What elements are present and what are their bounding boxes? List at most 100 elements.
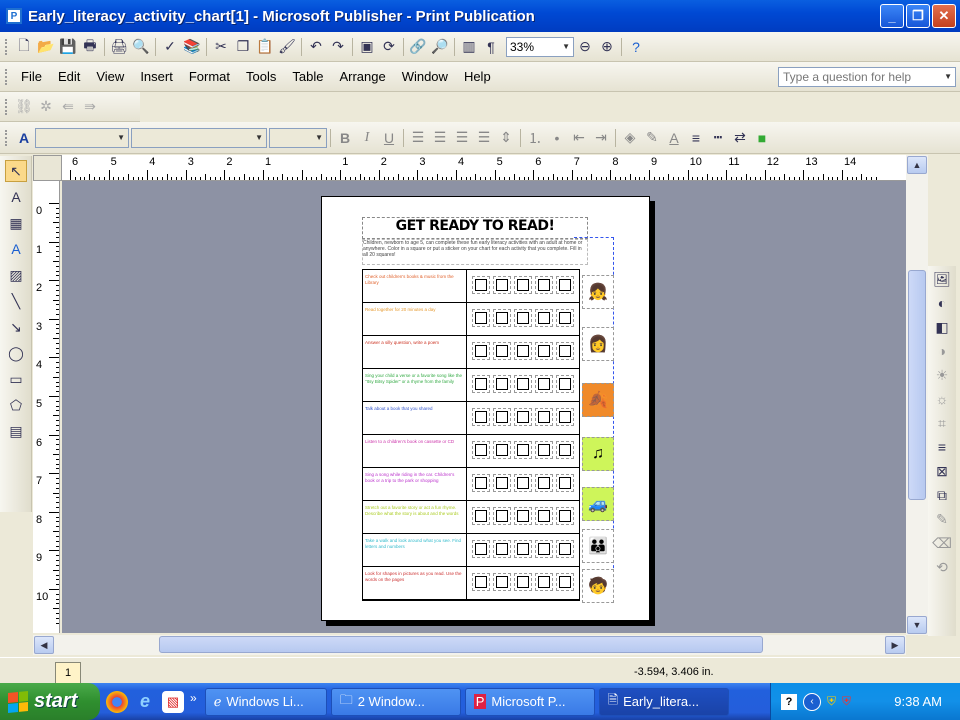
table-row[interactable]: Listen to a children's book on cassette … — [363, 435, 579, 468]
redo-icon[interactable]: ↷ — [327, 36, 349, 58]
car-icon[interactable]: 🚙 — [582, 487, 614, 521]
checkbox-square[interactable] — [556, 507, 574, 525]
table-row[interactable]: Answer a silly question, write a poem — [363, 336, 579, 369]
menu-window[interactable]: Window — [394, 67, 456, 86]
zoom-select[interactable]: 33% ▼ — [506, 36, 574, 57]
rectangle-icon[interactable]: ▭ — [5, 368, 27, 390]
select-objects-icon[interactable]: ↖ — [5, 160, 27, 182]
activity-text[interactable]: Take a walk and look around what you see… — [365, 538, 465, 550]
dash-style-icon[interactable]: ┅ — [707, 127, 729, 149]
checkbox-square[interactable] — [556, 573, 574, 591]
close-button[interactable]: ✕ — [932, 4, 956, 28]
spelling-icon[interactable]: ✓ — [159, 36, 181, 58]
checkbox-square[interactable] — [493, 540, 511, 558]
checkbox-square[interactable] — [514, 474, 532, 492]
vertical-scroll-thumb[interactable] — [908, 270, 926, 500]
menu-tools[interactable]: Tools — [238, 67, 284, 86]
checkbox-square[interactable] — [493, 441, 511, 459]
checkbox-square[interactable] — [493, 408, 511, 426]
checkbox-square[interactable] — [535, 408, 553, 426]
activity-text[interactable]: Read together for 20 minutes a day — [365, 307, 465, 313]
autumn-leaves-icon[interactable]: 🍂 — [582, 383, 614, 417]
menu-format[interactable]: Format — [181, 67, 238, 86]
family-walk-icon[interactable]: 👪 — [582, 529, 614, 563]
checkbox-square[interactable] — [472, 375, 490, 393]
activity-text[interactable]: Sing a song while riding in the car. Chi… — [365, 472, 465, 484]
save-icon[interactable]: 💾 — [57, 36, 79, 58]
checkbox-square[interactable] — [493, 276, 511, 294]
create-link-icon[interactable]: ⛓ — [13, 96, 35, 118]
hyperlink-icon[interactable]: 🔗 — [407, 36, 429, 58]
antivirus-icon[interactable]: ⛨ — [842, 694, 851, 709]
line-style-icon[interactable]: ≡ — [685, 127, 707, 149]
security-shield-icon[interactable]: ⛨ — [827, 694, 836, 709]
checkbox-square[interactable] — [535, 342, 553, 360]
menu-help[interactable]: Help — [456, 67, 499, 86]
help-question-box[interactable]: Type a question for help ▼ — [778, 66, 956, 87]
checkbox-square[interactable] — [535, 441, 553, 459]
checkbox-square[interactable] — [556, 408, 574, 426]
menu-arrange[interactable]: Arrange — [331, 67, 393, 86]
paste-icon[interactable]: 📋 — [254, 36, 276, 58]
toolbar-grip[interactable] — [5, 98, 8, 115]
less-contrast-icon[interactable]: ◑ — [931, 340, 953, 362]
crop-icon[interactable]: ⌗ — [931, 412, 953, 434]
checkbox-square[interactable] — [556, 441, 574, 459]
activity-text[interactable]: Check out children's books & music from … — [365, 274, 465, 286]
checkbox-square[interactable] — [514, 375, 532, 393]
checkbox-square[interactable] — [514, 540, 532, 558]
style-select[interactable]: ▼ — [35, 127, 129, 148]
horizontal-scrollbar[interactable]: ◀ ▶ — [33, 635, 906, 655]
girl-reading-icon[interactable]: 👧 — [582, 275, 614, 309]
format-painter-icon[interactable]: 🖌 — [276, 36, 298, 58]
italic-button[interactable]: I — [356, 127, 378, 149]
horizontal-scroll-thumb[interactable] — [159, 636, 763, 653]
task-windows-explorer[interactable]: 🗀 2 Window... — [330, 687, 461, 716]
checkbox-square[interactable] — [493, 573, 511, 591]
checkbox-square[interactable] — [472, 441, 490, 459]
checkbox-square[interactable] — [556, 309, 574, 327]
line-style-icon[interactable]: ≡ — [931, 436, 953, 458]
zoom-in-icon[interactable]: ⊕ — [596, 36, 618, 58]
align-right-icon[interactable]: ☰ — [451, 127, 473, 149]
checkbox-square[interactable] — [535, 507, 553, 525]
checkbox-square[interactable] — [514, 408, 532, 426]
more-contrast-icon[interactable]: ◧ — [931, 316, 953, 338]
open-icon[interactable]: 📂 — [35, 36, 57, 58]
publisher-app-icon[interactable]: P — [6, 8, 22, 24]
checkbox-square[interactable] — [556, 474, 574, 492]
align-left-icon[interactable]: ☰ — [407, 127, 429, 149]
mother-child-icon[interactable]: 👩 — [582, 327, 614, 361]
task-publisher-document[interactable]: 🗎 Early_litera... — [598, 687, 729, 716]
table-row[interactable]: Sing your child a verse or a favorite so… — [363, 369, 579, 402]
activity-text[interactable]: Listen to a children's book on cassette … — [365, 439, 465, 445]
checkbox-square[interactable] — [493, 309, 511, 327]
print-icon[interactable]: 🖨 — [108, 36, 130, 58]
scroll-left-button[interactable]: ◀ — [34, 636, 54, 654]
increase-indent-icon[interactable]: ⇥ — [590, 127, 612, 149]
find-icon[interactable]: 🔎 — [429, 36, 451, 58]
checkbox-square[interactable] — [514, 507, 532, 525]
table-row[interactable]: Read together for 20 minutes a day — [363, 303, 579, 336]
break-link-icon[interactable]: ✲ — [35, 96, 57, 118]
checkbox-square[interactable] — [472, 573, 490, 591]
checkbox-square[interactable] — [472, 309, 490, 327]
table-row[interactable]: Sing a song while riding in the car. Chi… — [363, 468, 579, 501]
menu-table[interactable]: Table — [284, 67, 331, 86]
table-row[interactable]: Look for shapes in pictures as you read.… — [363, 567, 579, 600]
checkbox-square[interactable] — [472, 474, 490, 492]
toolbar-grip[interactable] — [5, 38, 8, 55]
checkbox-square[interactable] — [556, 375, 574, 393]
rotate-icon[interactable]: ⟳ — [378, 36, 400, 58]
checkbox-square[interactable] — [493, 507, 511, 525]
permission-icon[interactable]: 🖶 — [79, 36, 101, 58]
new-icon[interactable]: 🗋 — [13, 36, 35, 58]
line-spacing-icon[interactable]: ⇕ — [495, 127, 517, 149]
document-title[interactable]: GET READY TO READ! — [362, 217, 588, 239]
scroll-down-button[interactable]: ▼ — [907, 616, 927, 634]
checkbox-square[interactable] — [535, 309, 553, 327]
menu-file[interactable]: File — [13, 67, 50, 86]
scroll-up-button[interactable]: ▲ — [907, 156, 927, 174]
paragraph-mark-icon[interactable]: ¶ — [480, 36, 502, 58]
numbering-icon[interactable]: ⒈ — [524, 127, 546, 149]
